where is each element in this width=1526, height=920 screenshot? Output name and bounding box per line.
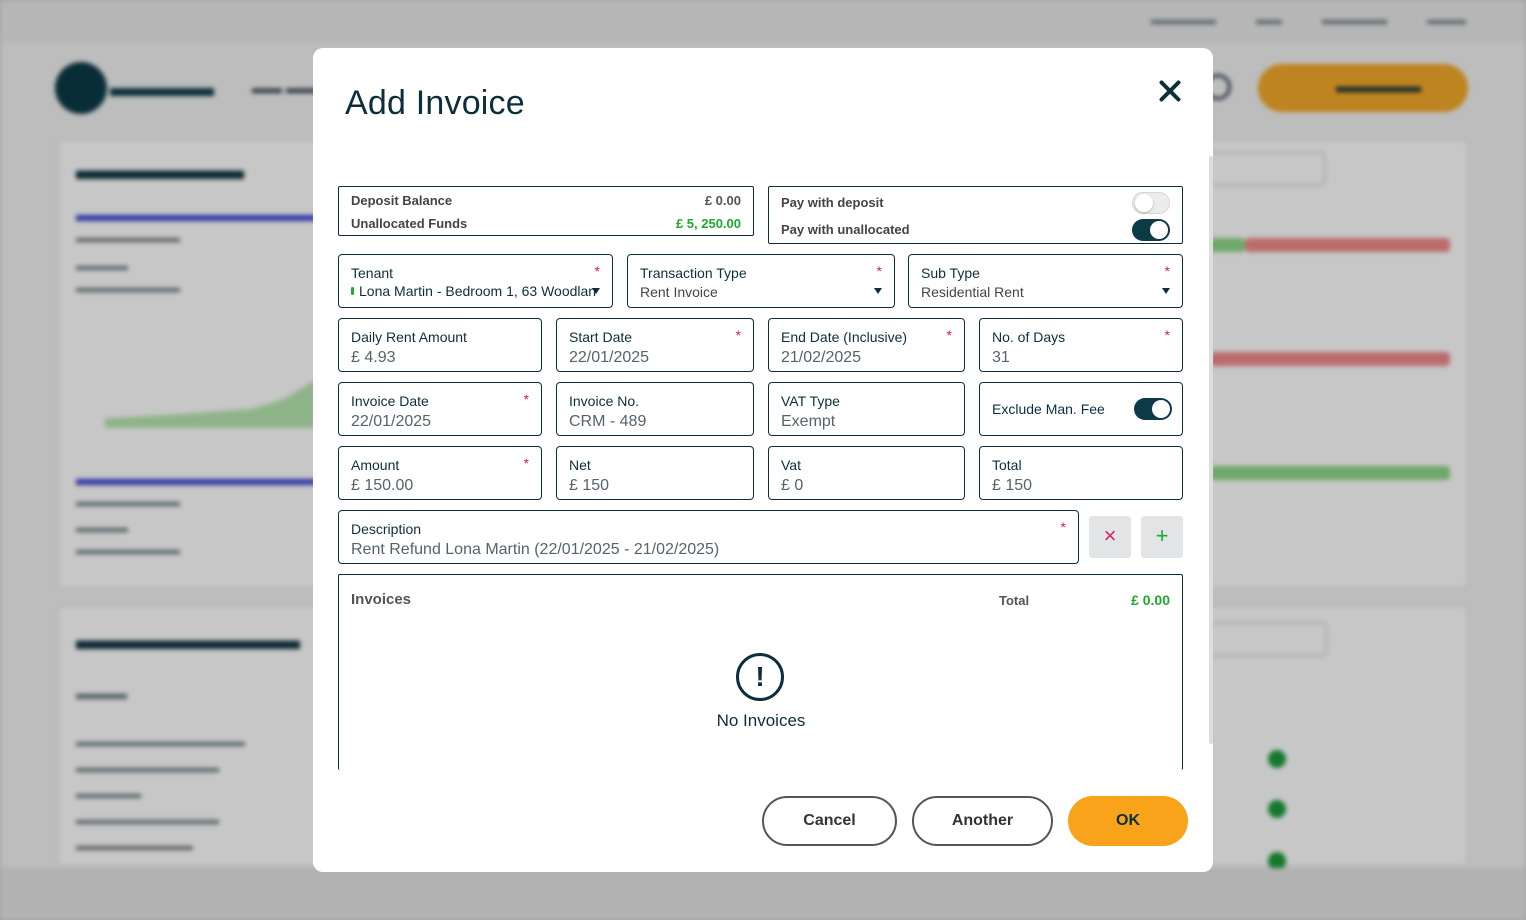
pay-with-deposit-toggle[interactable] [1132, 192, 1170, 214]
vat-type-field[interactable]: VAT Type Exempt [768, 382, 965, 436]
exclamation-circle-icon: ! [736, 653, 784, 701]
cancel-button[interactable]: Cancel [762, 796, 897, 846]
exclude-man-fee-toggle[interactable] [1134, 398, 1172, 420]
number-of-days-label: No. of Days [992, 329, 1066, 345]
total-label: Total [992, 457, 1022, 473]
amount-field[interactable]: Amount * £ 150.00 [338, 446, 542, 500]
tenant-value: Lona Martin - Bedroom 1, 63 Woodlan [359, 283, 597, 299]
tenant-status-dot [351, 287, 354, 295]
invoices-total-value: £ 0.00 [1131, 592, 1170, 608]
start-date-value: 22/01/2025 [569, 349, 650, 366]
add-invoice-modal: Add Invoice Deposit Balance £ 0.00 Unall… [313, 48, 1213, 872]
required-mark: * [523, 455, 529, 471]
net-label: Net [569, 457, 591, 473]
required-mark: * [1060, 519, 1066, 535]
vat-value: £ 0 [781, 477, 804, 494]
sub-type-label: Sub Type [921, 265, 980, 281]
balances-panel: Deposit Balance £ 0.00 Unallocated Funds… [338, 186, 754, 236]
unallocated-funds-value: £ 5, 250.00 [675, 216, 741, 231]
invoice-number-label: Invoice No. [569, 393, 640, 409]
plus-icon[interactable]: + [1141, 516, 1183, 558]
invoice-date-label: Invoice Date [351, 393, 429, 409]
description-label: Description [351, 521, 422, 537]
required-mark: * [523, 391, 529, 407]
description-value: Rent Refund Lona Martin (22/01/2025 - 21… [351, 541, 720, 558]
pay-with-deposit-label: Pay with deposit [781, 195, 884, 210]
deposit-balance-label: Deposit Balance [351, 193, 453, 208]
unallocated-funds-label: Unallocated Funds [351, 216, 468, 231]
net-value: £ 150 [569, 477, 610, 494]
invoices-panel: Invoices Total £ 0.00 ! No Invoices [338, 574, 1183, 770]
daily-rent-amount-field[interactable]: Daily Rent Amount £ 4.93 [338, 318, 542, 372]
tenant-select[interactable]: Tenant * Lona Martin - Bedroom 1, 63 Woo… [338, 254, 613, 308]
required-mark: * [946, 327, 952, 343]
transaction-type-label: Transaction Type [640, 265, 747, 281]
required-mark: * [876, 263, 882, 279]
end-date-field[interactable]: End Date (Inclusive) * 21/02/2025 [768, 318, 965, 372]
exclude-man-fee-label: Exclude Man. Fee [992, 401, 1105, 417]
invoice-date-field[interactable]: Invoice Date * 22/01/2025 [338, 382, 542, 436]
transaction-type-value: Rent Invoice [640, 284, 718, 300]
number-of-days-field[interactable]: No. of Days * 31 [979, 318, 1183, 372]
invoice-number-field[interactable]: Invoice No. CRM - 489 [556, 382, 754, 436]
modal-title: Add Invoice [345, 84, 525, 122]
end-date-label: End Date (Inclusive) [781, 329, 908, 345]
vat-type-value: Exempt [781, 413, 836, 430]
end-date-value: 21/02/2025 [781, 349, 862, 366]
number-of-days-value: 31 [992, 349, 1010, 366]
pay-with-unallocated-label: Pay with unallocated [781, 222, 910, 237]
exclude-man-fee-field: Exclude Man. Fee [979, 382, 1183, 436]
pay-options-panel: Pay with deposit Pay with unallocated [768, 186, 1183, 244]
invoice-number-value: CRM - 489 [569, 413, 647, 430]
sub-type-select[interactable]: Sub Type * Residential Rent [908, 254, 1183, 308]
ok-button[interactable]: OK [1068, 796, 1188, 846]
invoices-total-label: Total [999, 593, 1030, 608]
invoices-title: Invoices [351, 591, 412, 608]
amount-value: £ 150.00 [351, 477, 414, 494]
amount-label: Amount [351, 457, 400, 473]
daily-rent-amount-label: Daily Rent Amount [351, 329, 467, 345]
sub-type-value: Residential Rent [921, 284, 1024, 300]
invoice-date-value: 22/01/2025 [351, 413, 432, 430]
tenant-label: Tenant [351, 265, 394, 281]
vat-field[interactable]: Vat £ 0 [768, 446, 965, 500]
required-mark: * [594, 263, 600, 279]
modal-scrollbar[interactable] [1209, 156, 1213, 744]
daily-rent-amount-value: £ 4.93 [351, 349, 396, 366]
no-invoices-message: No Invoices [716, 711, 806, 730]
start-date-field[interactable]: Start Date * 22/01/2025 [556, 318, 754, 372]
total-field[interactable]: Total £ 150 [979, 446, 1183, 500]
required-mark: * [735, 327, 741, 343]
vat-label: Vat [781, 457, 801, 473]
required-mark: * [1164, 327, 1170, 343]
pay-with-unallocated-toggle[interactable] [1132, 219, 1170, 241]
vat-type-label: VAT Type [781, 393, 840, 409]
caret-down-icon [874, 288, 882, 294]
required-mark: * [1164, 263, 1170, 279]
start-date-label: Start Date [569, 329, 633, 345]
times-icon[interactable]: × [1089, 516, 1131, 558]
description-field[interactable]: Description * Rent Refund Lona Martin (2… [338, 510, 1079, 564]
transaction-type-select[interactable]: Transaction Type * Rent Invoice [627, 254, 895, 308]
close-icon[interactable] [1155, 76, 1185, 106]
another-button[interactable]: Another [912, 796, 1053, 846]
net-field[interactable]: Net £ 150 [556, 446, 754, 500]
caret-down-icon [592, 288, 600, 294]
caret-down-icon [1162, 288, 1170, 294]
deposit-balance-value: £ 0.00 [704, 193, 741, 208]
total-value: £ 150 [992, 477, 1033, 494]
